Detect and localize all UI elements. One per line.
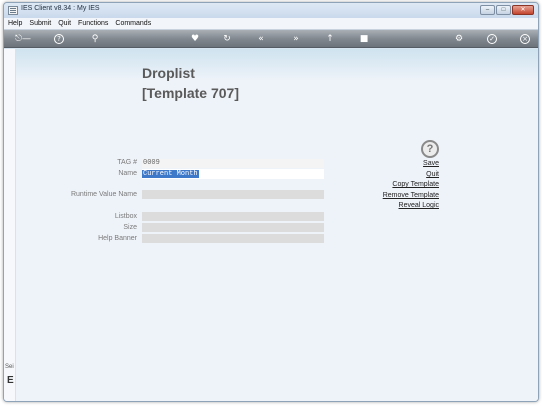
help-icon[interactable]: ?: [54, 34, 64, 44]
search-icon[interactable]: ⚲: [88, 32, 102, 46]
quit-link[interactable]: Quit: [319, 171, 439, 178]
pin-icon[interactable]: ↑: [323, 32, 337, 46]
name-label: Name: [118, 170, 137, 177]
menu-commands[interactable]: Commands: [115, 20, 151, 27]
menu-submit[interactable]: Submit: [29, 20, 51, 27]
main-content: Sei E Droplist [Template 707] TAG # 0009…: [4, 49, 538, 401]
menu-bar: Help Submit Quit Functions Commands: [4, 18, 538, 30]
minimize-button[interactable]: –: [480, 5, 495, 15]
heart-icon[interactable]: ♥: [188, 32, 202, 46]
remove-template-link[interactable]: Remove Template: [319, 192, 439, 199]
reveal-logic-link[interactable]: Reveal Logic: [319, 202, 439, 209]
help-banner-label: Help Banner: [98, 235, 137, 242]
check-icon[interactable]: ✓: [487, 34, 497, 44]
copy-template-link[interactable]: Copy Template: [319, 181, 439, 188]
toolbar: ⎋— ? ⚲ ♥ ↻ « » ↑ ■ ⚙ ✓ ×: [4, 30, 538, 48]
header-band: [16, 49, 538, 81]
app-icon: [8, 6, 18, 15]
title-bar: IES Client v8.34 : My IES – □ ✕: [4, 3, 538, 18]
refresh-icon[interactable]: ↻: [220, 32, 234, 46]
size-field[interactable]: [142, 223, 324, 232]
listbox-label: Listbox: [114, 213, 137, 220]
maximize-button[interactable]: □: [496, 5, 511, 15]
gear-icon[interactable]: ⚙: [452, 32, 466, 46]
name-input[interactable]: Current Month: [142, 169, 324, 179]
runtime-value-field[interactable]: [142, 190, 324, 199]
fast-forward-icon[interactable]: »: [289, 32, 303, 46]
save-link[interactable]: Save: [319, 160, 439, 167]
menu-quit[interactable]: Quit: [58, 20, 71, 27]
runtime-value-label: Runtime Value Name: [70, 191, 137, 198]
close-window-button[interactable]: ✕: [512, 5, 534, 15]
window-controls: – □ ✕: [480, 5, 534, 15]
close-icon[interactable]: ×: [520, 34, 530, 44]
listbox-field[interactable]: [142, 212, 324, 221]
help-button[interactable]: ?: [421, 140, 439, 158]
tag-value: 0009: [143, 159, 160, 167]
name-value: Current Month: [142, 170, 199, 178]
rewind-icon[interactable]: «: [254, 32, 268, 46]
key-icon[interactable]: ⎋—: [12, 32, 34, 46]
rail-label: Sei: [5, 364, 14, 370]
page-title: Droplist: [142, 65, 195, 81]
stop-icon[interactable]: ■: [357, 32, 371, 46]
window-title: IES Client v8.34 : My IES: [21, 5, 100, 12]
app-window: IES Client v8.34 : My IES – □ ✕ Help Sub…: [3, 2, 539, 402]
size-label: Size: [123, 224, 137, 231]
menu-help[interactable]: Help: [8, 20, 22, 27]
page-subtitle: [Template 707]: [142, 85, 239, 101]
menu-functions[interactable]: Functions: [78, 20, 108, 27]
rail-letter: E: [7, 375, 14, 386]
left-rail: Sei E: [4, 49, 16, 401]
help-banner-field[interactable]: [142, 234, 324, 243]
tag-field: [142, 159, 324, 168]
tag-label: TAG #: [117, 159, 137, 166]
